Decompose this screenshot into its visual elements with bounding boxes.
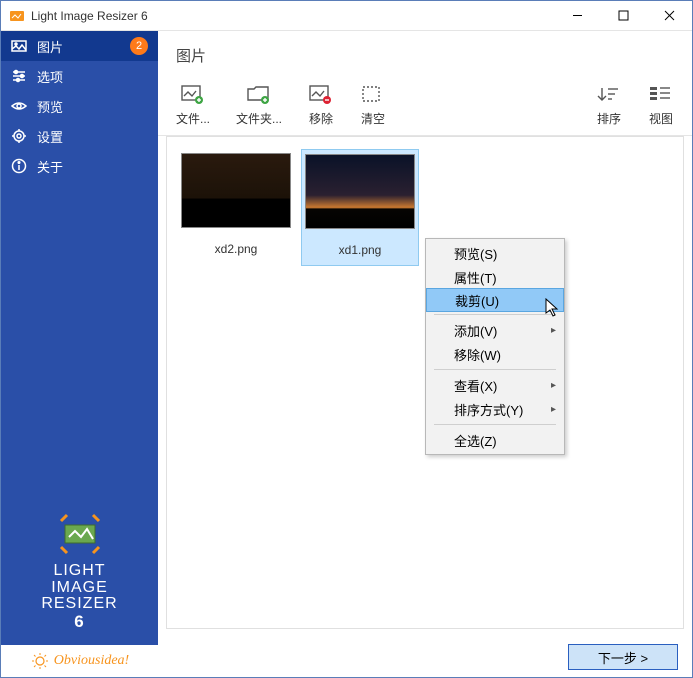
context-add[interactable]: 添加(V)	[426, 318, 564, 342]
sidebar-item-label: 预览	[37, 97, 148, 116]
menu-separator	[434, 314, 556, 315]
remove-icon	[308, 84, 334, 106]
next-button[interactable]: 下一步 >	[568, 644, 678, 670]
obviousidea-text: Obviousidea!	[54, 653, 129, 669]
clear-button[interactable]: 清空	[360, 84, 386, 127]
clear-icon	[360, 84, 386, 106]
sidebar-item-preview[interactable]: 预览	[1, 91, 158, 121]
sliders-icon	[11, 68, 27, 84]
page-title: 图片	[158, 31, 692, 76]
sidebar-logo-text: LIGHT IMAGE RESIZER 6	[41, 563, 117, 631]
window-maximize-button[interactable]	[600, 1, 646, 31]
title-bar: Light Image Resizer 6	[1, 1, 692, 31]
lightbulb-icon	[30, 651, 50, 671]
sort-icon	[596, 84, 622, 106]
thumbnail-image	[181, 153, 291, 228]
app-title: Light Image Resizer 6	[31, 9, 554, 23]
sidebar-item-settings[interactable]: 设置	[1, 121, 158, 151]
sidebar-item-options[interactable]: 选项	[1, 61, 158, 91]
add-folder-button[interactable]: 文件夹...	[236, 84, 282, 127]
context-selectall[interactable]: 全选(Z)	[426, 428, 564, 452]
app-logo-icon	[57, 511, 103, 557]
window-close-button[interactable]	[646, 1, 692, 31]
thumbnail-filename: xd1.png	[339, 243, 382, 257]
menu-separator	[434, 424, 556, 425]
sidebar-item-label: 关于	[37, 157, 148, 176]
eye-icon	[11, 98, 27, 114]
sort-button[interactable]: 排序	[596, 84, 622, 127]
context-menu: 预览(S) 属性(T) 裁剪(U) 添加(V) 移除(W) 查看(X) 排序方式…	[425, 238, 565, 455]
context-crop[interactable]: 裁剪(U)	[426, 288, 564, 312]
context-view[interactable]: 查看(X)	[426, 373, 564, 397]
toolbar-label: 移除	[309, 110, 333, 127]
toolbar-label: 排序	[597, 110, 621, 127]
context-remove[interactable]: 移除(W)	[426, 342, 564, 366]
toolbar-label: 文件...	[176, 110, 210, 127]
app-icon	[9, 8, 25, 24]
file-add-icon	[180, 84, 206, 106]
sidebar-item-label: 图片	[37, 37, 120, 56]
sidebar-item-label: 选项	[37, 67, 148, 86]
sidebar-item-label: 设置	[37, 127, 148, 146]
window-minimize-button[interactable]	[554, 1, 600, 31]
folder-add-icon	[246, 84, 272, 106]
toolbar-label: 文件夹...	[236, 110, 282, 127]
gear-icon	[11, 128, 27, 144]
sidebar-badge: 2	[130, 37, 148, 55]
sidebar-item-images[interactable]: 图片 2	[1, 31, 158, 61]
footer-bar: 下一步 >	[158, 637, 692, 677]
thumbnail-item[interactable]: xd1.png	[301, 149, 419, 266]
context-sortby[interactable]: 排序方式(Y)	[426, 397, 564, 421]
view-icon	[648, 84, 674, 106]
sidebar-logo: LIGHT IMAGE RESIZER 6	[1, 501, 158, 645]
toolbar: 文件... 文件夹... 移除 清空 排序 视图	[158, 76, 692, 136]
thumbnail-image	[305, 154, 415, 229]
remove-button[interactable]: 移除	[308, 84, 334, 127]
add-file-button[interactable]: 文件...	[176, 84, 210, 127]
info-icon	[11, 158, 27, 174]
sidebar: 图片 2 选项 预览 设置 关于 LIGHT IMAGE RE	[1, 31, 158, 677]
view-button[interactable]: 视图	[648, 84, 674, 127]
toolbar-label: 清空	[361, 110, 385, 127]
sidebar-item-about[interactable]: 关于	[1, 151, 158, 181]
obviousidea-link[interactable]: Obviousidea!	[1, 645, 158, 677]
menu-separator	[434, 369, 556, 370]
thumbnail-item[interactable]: xd2.png	[177, 149, 295, 264]
context-properties[interactable]: 属性(T)	[426, 265, 564, 289]
images-icon	[11, 38, 27, 54]
context-preview[interactable]: 预览(S)	[426, 241, 564, 265]
thumbnail-filename: xd2.png	[215, 242, 258, 256]
toolbar-label: 视图	[649, 110, 673, 127]
